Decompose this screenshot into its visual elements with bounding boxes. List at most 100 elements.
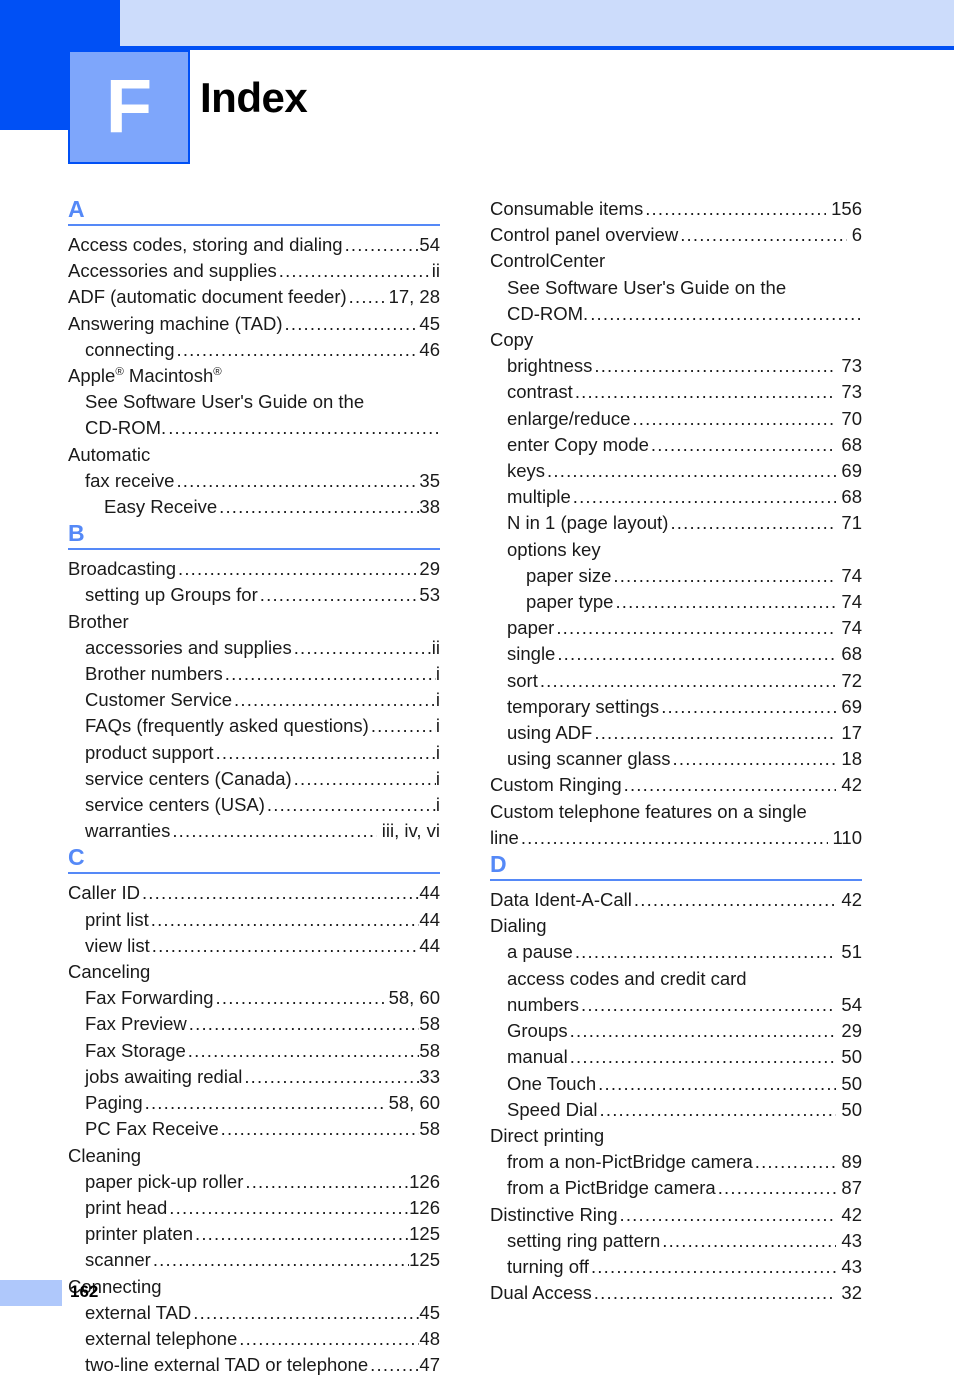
index-entry: keys ...................................… — [490, 458, 862, 484]
index-entry-leader-dots: ........................................… — [613, 564, 836, 586]
index-entry-label: Control panel overview — [490, 224, 679, 246]
index-entry: external TAD ...........................… — [68, 1300, 440, 1326]
index-entry: service centers (USA) ..................… — [68, 792, 440, 818]
index-entry-leader-dots: ........................................… — [219, 496, 419, 518]
index-entry-leader-dots: ........................................… — [239, 1327, 419, 1349]
index-entry-label: paper pick-up roller — [85, 1170, 244, 1192]
index-entry-page-number: 126 — [409, 1196, 440, 1218]
index-entry: Access codes, storing and dialing.......… — [68, 232, 440, 258]
index-entry-page-number: 74 — [841, 564, 862, 586]
index-entry-page-number: ii — [431, 260, 440, 282]
index-entry-label: temporary settings — [507, 695, 660, 717]
index-entry-leader-dots: ........................................… — [150, 908, 420, 930]
index-entry-label: service centers (Canada) — [85, 767, 292, 789]
index-section: Consumable items .......................… — [490, 196, 862, 851]
index-entry-leader-dots: ........................................… — [598, 1072, 836, 1094]
index-entry: Automatic...............................… — [68, 442, 440, 468]
index-entry-page-number: 47 — [419, 1354, 440, 1376]
index-entry: Groups .................................… — [490, 1018, 862, 1044]
index-entry-page-number: 73 — [841, 381, 862, 403]
index-entry-page-number: 43 — [841, 1229, 862, 1251]
index-entry-label: Distinctive Ring — [490, 1203, 618, 1225]
index-entry: sort ...................................… — [490, 668, 862, 694]
index-entry: Custom Ringing .........................… — [490, 772, 862, 798]
index-entry-label: paper size — [526, 564, 612, 586]
index-entry-leader-dots: ........................................… — [141, 882, 419, 904]
index-entry-page-number: 29 — [419, 558, 440, 580]
index-entry-leader-dots: ........................................… — [344, 234, 420, 255]
index-entry: Connecting..............................… — [68, 1274, 440, 1300]
index-entry-page-number: 74 — [841, 591, 862, 613]
index-entry: connecting .............................… — [68, 337, 440, 363]
index-entry: Distinctive Ring .......................… — [490, 1202, 862, 1228]
index-entry: CD-ROM. ................................… — [490, 301, 862, 327]
index-entry-page-number: 50 — [841, 1098, 862, 1120]
index-entry-label: multiple — [507, 486, 571, 508]
index-entry-page-number: 71 — [841, 512, 862, 534]
index-entry: Dialing.................................… — [490, 913, 862, 939]
index-entry-page-number: 69 — [841, 695, 862, 717]
index-entry-leader-dots: ........................................… — [348, 286, 384, 308]
index-entry-leader-dots: ........................................… — [151, 934, 420, 956]
header-rule — [120, 46, 954, 50]
index-entry-label: connecting — [85, 338, 175, 360]
index-entry-label: Easy Receive — [104, 496, 218, 518]
index-entry: Answering machine (TAD) ................… — [68, 311, 440, 337]
index-entry-label: product support — [85, 741, 214, 763]
index-entry-page-number: 68 — [841, 486, 862, 508]
index-entry-page-number: i — [435, 663, 440, 685]
index-entry-leader-dots: ........................................… — [556, 617, 836, 639]
index-entry-label: options key — [507, 538, 601, 560]
index-entry-leader-dots: ........................................… — [539, 669, 837, 691]
index-column-right: Consumable items .......................… — [490, 196, 862, 1306]
index-entry-label: Dialing — [490, 915, 547, 937]
index-entry-leader-dots: ........................................… — [594, 355, 836, 377]
index-entry: Fax Storage ............................… — [68, 1038, 440, 1064]
index-entry-label: single — [507, 643, 556, 665]
index-entry-page-number: 17 — [841, 722, 862, 744]
index-entry-leader-dots: ........................................… — [645, 198, 826, 219]
footer-accent-bar — [0, 1280, 62, 1306]
index-entry-leader-dots: ........................................… — [619, 1203, 837, 1225]
index-entry-page-number: 35 — [419, 469, 440, 491]
index-entry-page-number: 38 — [419, 496, 440, 518]
index-entry-label: Paging — [85, 1092, 143, 1114]
index-entry-label: Accessories and supplies — [68, 260, 277, 282]
index-entry-label: two-line external TAD or telephone — [85, 1354, 369, 1376]
index-entry-label: Caller ID — [68, 882, 140, 904]
index-entry-leader-dots: ........................................… — [220, 1118, 420, 1140]
index-entry-label: fax receive — [85, 469, 175, 491]
index-entry-label: contrast — [507, 381, 573, 403]
index-entry-label: FAQs (frequently asked questions) — [85, 715, 369, 737]
index-entry-label: Fax Forwarding — [85, 987, 214, 1009]
index-entry: Consumable items .......................… — [490, 196, 862, 222]
section-divider — [490, 879, 862, 882]
index-entry-page-number: 125 — [409, 1223, 440, 1245]
index-entry: Broadcasting ...........................… — [68, 556, 440, 582]
section-letter-heading: D — [490, 851, 507, 878]
index-entry-leader-dots: ........................................… — [599, 1098, 837, 1120]
index-entry-label: print head — [85, 1196, 168, 1218]
section-divider — [68, 872, 440, 875]
index-entry-leader-dots: ........................................… — [593, 1282, 837, 1304]
index-entry-label: line — [490, 826, 519, 848]
index-entry: a pause ................................… — [490, 939, 862, 965]
index-entry-label: manual — [507, 1046, 568, 1068]
index-entry-label: from a non-PictBridge camera — [507, 1151, 753, 1173]
index-entry: external telephone .....................… — [68, 1326, 440, 1352]
index-entry-page-number: 73 — [841, 355, 862, 377]
index-entry: jobs awaiting redial ...................… — [68, 1064, 440, 1090]
index-entry-page-number: 44 — [419, 882, 440, 904]
index-entry: ControlCenter...........................… — [490, 248, 862, 274]
index-entry-page-number: 45 — [419, 1301, 440, 1323]
index-entry-page-number: 58, 60 — [388, 987, 440, 1009]
index-entry-leader-dots: ........................................… — [266, 794, 436, 816]
index-entry: access codes and credit card............… — [490, 966, 862, 992]
index-entry-label: See Software User's Guide on the — [507, 276, 787, 298]
index-entry-leader-dots: ........................................… — [176, 338, 419, 360]
index-entry: line ...................................… — [490, 825, 862, 851]
index-entry: Speed Dial .............................… — [490, 1097, 862, 1123]
index-entry: Easy Receive ...........................… — [68, 494, 440, 520]
index-entry: PC Fax Receive .........................… — [68, 1116, 440, 1142]
index-entry-leader-dots: ........................................… — [574, 941, 837, 963]
